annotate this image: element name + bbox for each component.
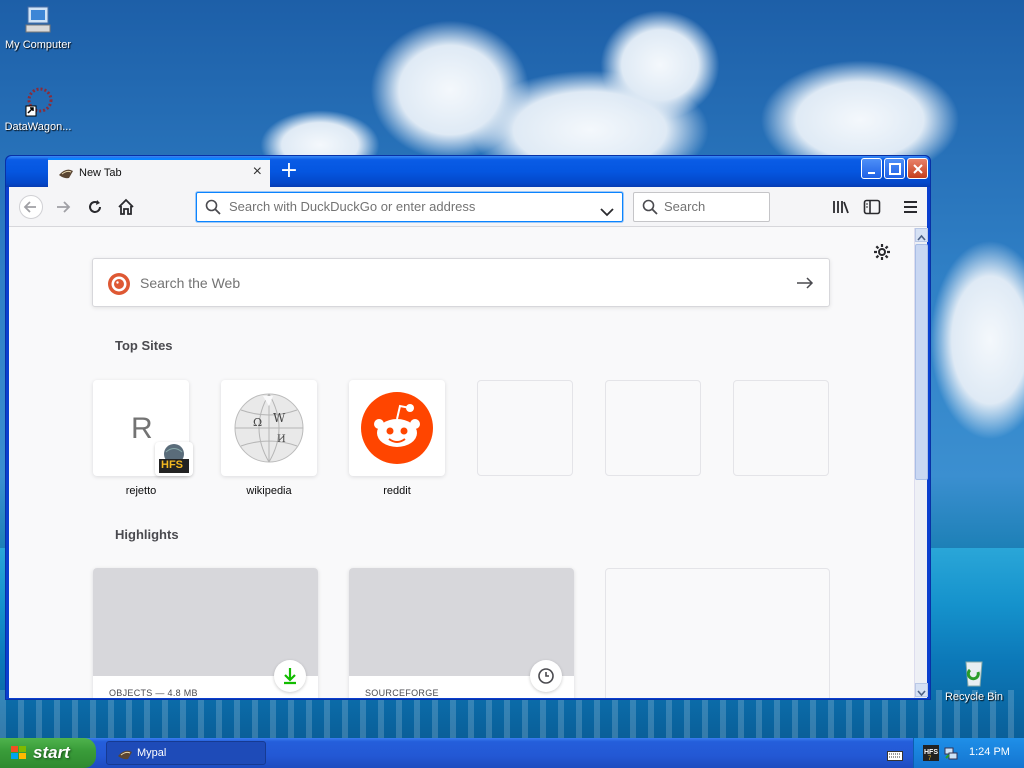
search-icon [205,199,221,219]
top-site-label: reddit [383,485,411,497]
top-site-card: Ω W И [221,380,317,476]
mypal-icon [117,748,133,763]
library-icon[interactable] [831,197,851,217]
scroll-down-arrow[interactable] [915,683,928,697]
highlights-title: Highlights [115,527,179,542]
url-input[interactable] [229,199,589,214]
desktop-icon-my-computer[interactable]: My Computer [0,4,78,51]
top-site-reddit[interactable]: reddit [349,380,445,497]
top-site-letter: R [131,412,153,445]
cloud [930,240,1024,440]
scroll-up-arrow[interactable] [915,228,928,242]
svg-text:Ω: Ω [253,416,262,429]
network-icon[interactable] [943,745,959,764]
top-site-label: rejetto [125,485,157,497]
chevron-down-icon[interactable] [600,202,614,221]
top-site-placeholder [477,380,573,476]
taskbar: start Mypal HFS 7 1:24 PM [0,738,1024,768]
title-bar[interactable]: New Tab × + [6,156,930,187]
hfs-icon: HFS [155,442,193,476]
top-site-wikipedia[interactable]: Ω W И wikipedia [221,380,317,497]
top-site-card: R HFS [93,380,193,476]
recycle-bin-icon [958,656,990,688]
start-label: start [33,743,70,762]
desktop-icon-recycle-bin[interactable]: Recycle Bin [934,656,1014,703]
top-site-placeholder [605,380,701,476]
forward-button[interactable] [53,197,73,217]
wikipedia-globe-icon: Ω W И [233,392,305,468]
web-search-box[interactable]: Search the Web [92,258,830,307]
search-bar[interactable] [633,192,770,222]
highlight-caption: OBJECTS — 4.8 MB [109,688,198,698]
sidebar-icon[interactable] [862,197,882,217]
back-button[interactable] [19,195,43,219]
hfs-tray-icon[interactable]: HFS 7 [923,745,939,764]
start-button[interactable]: start [0,738,96,768]
highlight-placeholder [605,568,830,698]
clock: 1:24 PM [969,746,1010,758]
top-sites-title: Top Sites [115,338,173,353]
maximize-button[interactable] [884,158,905,179]
clock-icon [530,660,562,692]
windows-logo-icon [10,745,28,766]
datawagon-icon [22,86,54,118]
hfs-badge-text: HFS [161,459,183,471]
desktop-icon-label: Recycle Bin [944,691,1004,703]
highlight-caption: SOURCEFORGE [365,688,439,698]
new-tab-page: Search the Web Top Sites R HFS rejetto Ω… [9,228,912,698]
new-tab-button[interactable]: + [278,157,300,185]
top-site-empty[interactable] [733,380,829,476]
mypal-icon [58,167,74,179]
desktop-icon-datawagon[interactable]: DataWagon... [0,86,78,133]
svg-text:HFS: HFS [924,749,938,756]
close-button[interactable] [907,158,928,179]
top-site-label: wikipedia [246,485,292,497]
search-icon [642,199,658,219]
taskbar-item-label: Mypal [137,747,167,759]
browser-client: Search the Web Top Sites R HFS rejetto [9,187,928,698]
browser-window: New Tab × + Search with DuckDuckGo or en… [5,155,931,700]
top-site-empty[interactable] [605,380,701,476]
minimize-button[interactable] [861,158,882,179]
top-site-placeholder [733,380,829,476]
computer-icon [22,4,54,36]
svg-text:И: И [277,434,286,445]
search-input[interactable] [664,199,764,214]
home-button[interactable] [116,197,136,217]
tab-close-icon[interactable]: × [253,163,262,181]
cloud [600,10,720,120]
desktop-icon-label: My Computer [4,39,72,51]
reddit-icon [360,391,434,469]
top-site-empty[interactable] [477,380,573,476]
desktop-icon-label: DataWagon... [4,121,72,133]
keyboard-icon[interactable] [887,747,903,766]
vertical-scrollbar[interactable] [914,228,928,698]
download-icon [274,660,306,692]
system-tray: HFS 7 1:24 PM [913,738,1024,768]
arrow-right-icon[interactable] [795,273,815,297]
taskbar-item-mypal[interactable]: Mypal [106,741,266,765]
highlight-card[interactable]: SOURCEFORGE [349,568,574,698]
url-bar[interactable] [196,192,623,222]
highlight-card[interactable]: OBJECTS — 4.8 MB [93,568,318,698]
web-search-placeholder: Search the Web [140,275,241,291]
top-site-card [349,380,445,476]
duckduckgo-icon [107,272,131,296]
tab-new-tab[interactable]: New Tab × [48,158,270,187]
menu-icon[interactable] [901,197,921,217]
gear-icon[interactable] [873,243,891,261]
svg-text:W: W [273,411,286,425]
tab-title: New Tab [79,167,122,179]
nav-toolbar [9,187,927,227]
scroll-thumb[interactable] [915,244,928,480]
reload-button[interactable] [85,197,105,217]
top-site-rejetto[interactable]: R HFS rejetto [93,380,193,497]
